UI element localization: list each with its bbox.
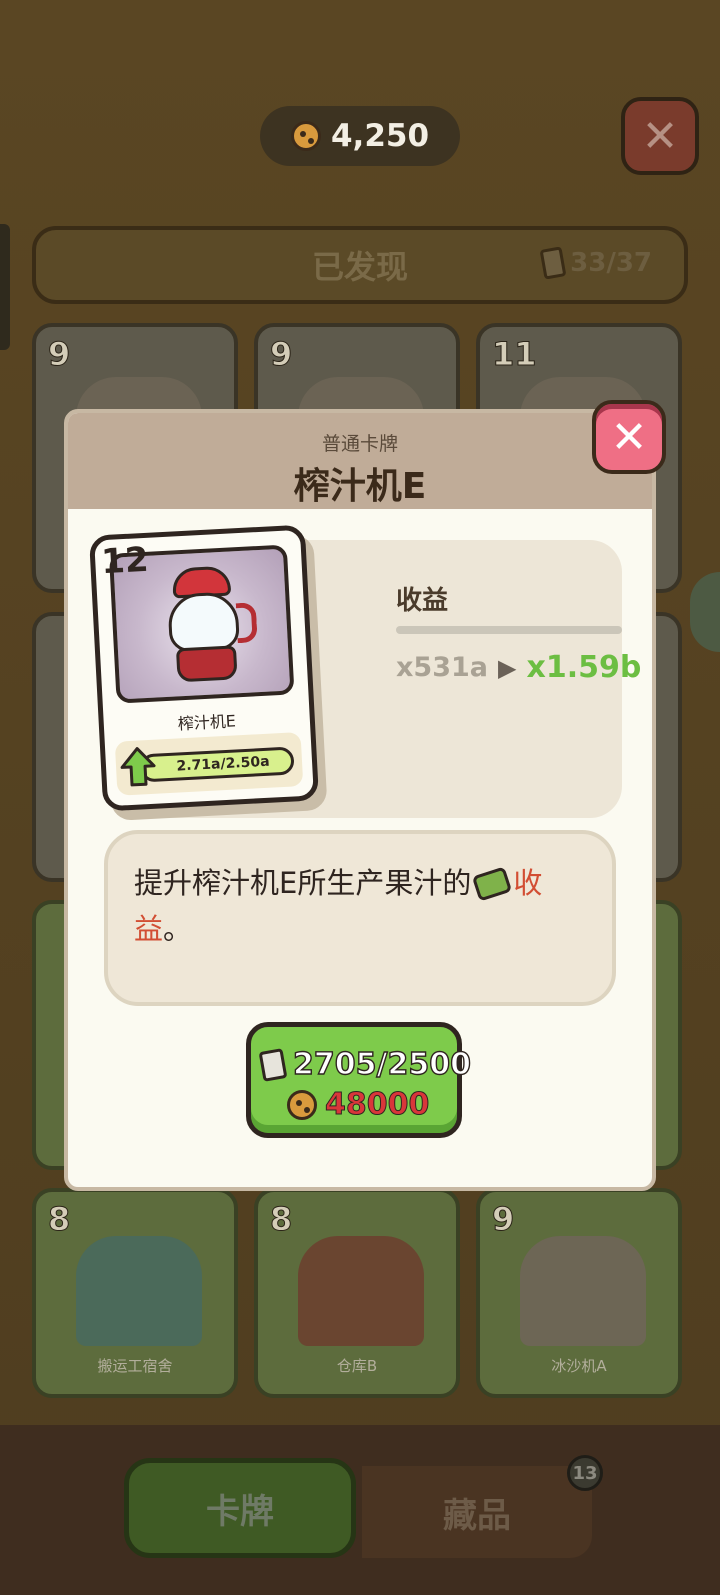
cookie-coin-icon <box>290 121 321 151</box>
card-preview: 12 榨汁机E 2.71a/2.50a <box>88 524 320 812</box>
card-name: 仓库B <box>336 1357 378 1375</box>
dialog-close-button[interactable]: ✕ <box>592 400 666 474</box>
description-highlight: 益 <box>134 912 164 946</box>
discovered-count: 33/37 <box>539 246 652 280</box>
stat-values: x531a ▶ x1.59b <box>396 650 641 685</box>
upgrade-card-requirement: 2705/2500 <box>258 1046 472 1083</box>
stat-new-value: x1.59b <box>526 650 642 685</box>
card-rarity: 普通卡牌 <box>321 433 398 455</box>
stat-old-value: x531a <box>396 652 488 683</box>
tab-collection-label: 藏品 <box>443 1495 511 1536</box>
upgrade-button[interactable]: 2705/2500 48000 <box>246 1022 472 1138</box>
close-icon: ✕ <box>610 411 648 463</box>
upgrade-card-count: 2705/2500 <box>292 1046 471 1082</box>
card-tile[interactable]: 8 搬运工宿舍 <box>32 1188 238 1398</box>
arrow-right-icon: ▶ <box>498 653 517 682</box>
description-box: 提升榨汁机E所生产果汁的 收益。 <box>104 830 616 1006</box>
discovered-tab[interactable]: 已发现 33/37 <box>32 226 688 304</box>
card-footer: 2.71a/2.50a <box>114 732 304 796</box>
card-tile[interactable]: 8 仓库B <box>254 1188 460 1398</box>
dialog-title: 榨汁机E <box>293 466 427 507</box>
side-drawer-handle[interactable] <box>0 224 10 350</box>
tab-cards-label: 卡牌 <box>206 1491 274 1532</box>
card-level: 11 <box>492 335 538 374</box>
description-highlight: 收 <box>513 866 543 900</box>
coin-amount: 4,250 <box>330 118 430 154</box>
discovered-count-text: 33/37 <box>570 248 652 278</box>
card-level: 12 <box>100 539 150 583</box>
card-name: 搬运工宿舍 <box>97 1357 173 1375</box>
discovered-tab-label: 已发现 <box>311 248 408 286</box>
collection-badge: 13 <box>567 1455 603 1491</box>
bottom-nav <box>0 1425 720 1595</box>
description-text: 提升榨汁机E所生产果汁的 收益。 <box>134 860 574 952</box>
coin-balance: 4,250 <box>260 106 460 166</box>
close-icon: ✕ <box>641 110 679 162</box>
card-level: 8 <box>269 1200 293 1239</box>
cash-icon <box>472 866 513 902</box>
card-art <box>76 1236 202 1346</box>
card-level: 9 <box>491 1200 515 1239</box>
card-art <box>298 1236 424 1346</box>
description-suffix: 。 <box>163 912 193 946</box>
card-level: 9 <box>47 335 71 374</box>
tab-cards[interactable]: 卡牌 <box>124 1458 356 1558</box>
card-name: 冰沙机A <box>551 1357 607 1375</box>
upgrade-cost-amount: 48000 <box>324 1087 430 1123</box>
cookie-coin-icon <box>287 1089 317 1120</box>
card-level: 9 <box>269 335 293 374</box>
tab-collection[interactable]: 藏品 <box>362 1466 592 1558</box>
description-prefix: 提升榨汁机E所生产果汁的 <box>134 866 472 900</box>
card-progress: 2.71a/2.50a <box>139 746 295 783</box>
dialog-header: 普通卡牌 榨汁机E <box>68 413 652 509</box>
card-art <box>520 1236 646 1346</box>
close-button[interactable]: ✕ <box>621 97 699 175</box>
card-level: 8 <box>47 1200 71 1239</box>
card-icon <box>539 246 567 280</box>
card-icon <box>258 1047 288 1082</box>
stat-label: 收益 <box>396 586 449 616</box>
upgrade-arrow-icon <box>120 747 156 787</box>
stat-divider <box>396 626 622 634</box>
card-tile[interactable]: 9 冰沙机A <box>476 1188 682 1398</box>
upgrade-cost: 48000 <box>287 1087 430 1123</box>
